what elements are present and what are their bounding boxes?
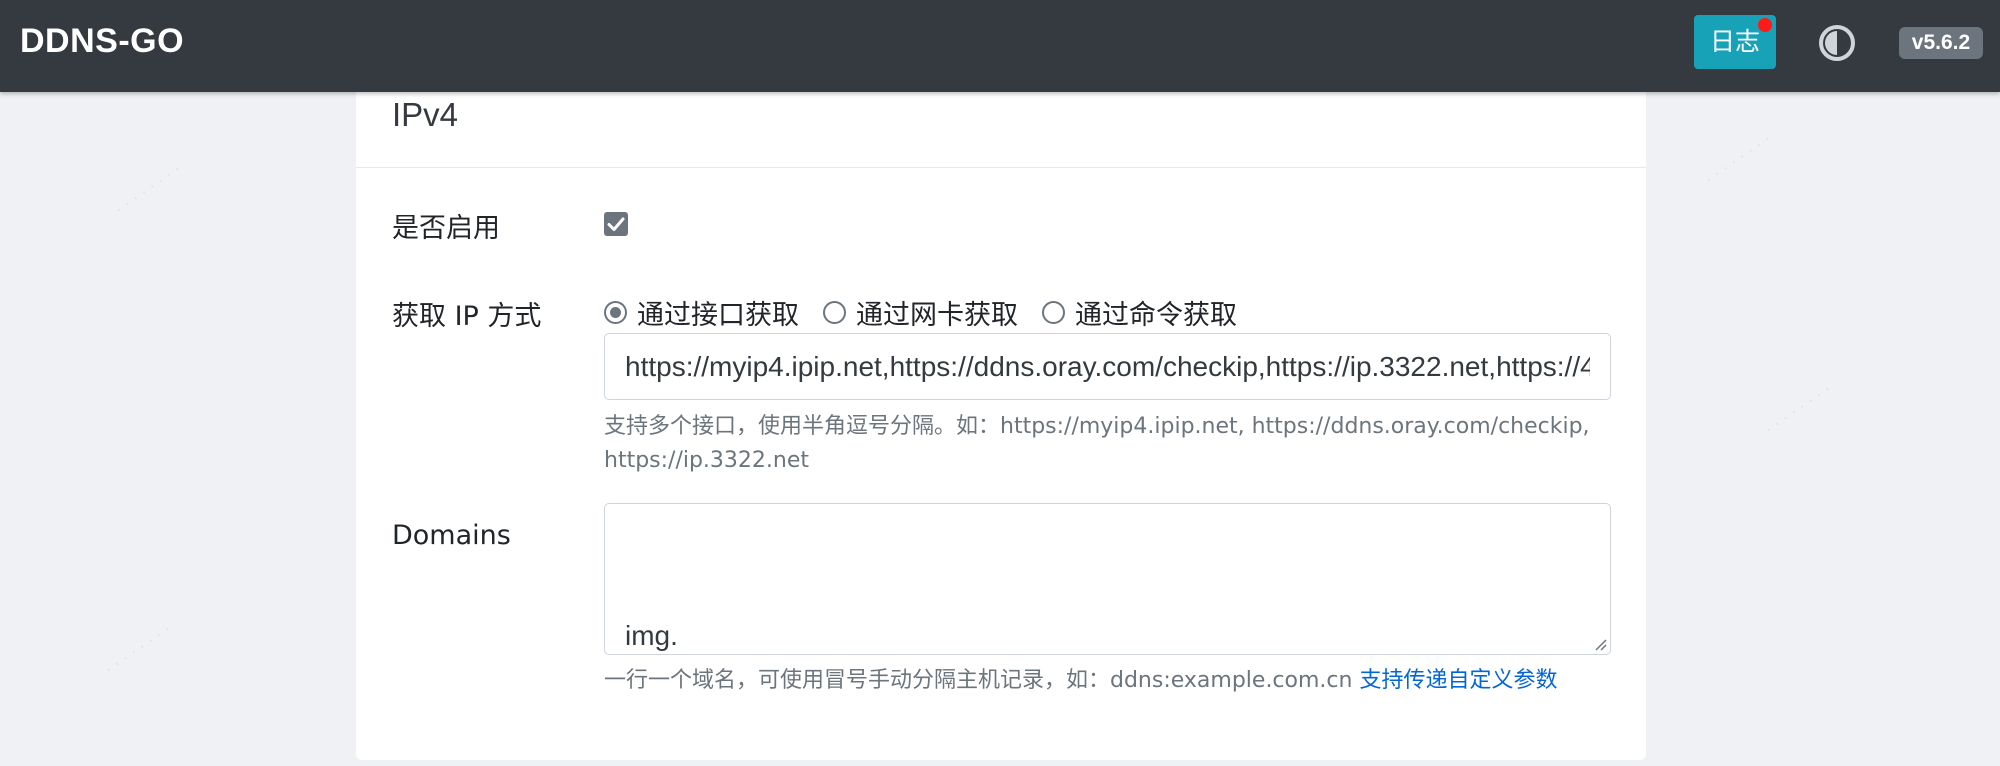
radio-option-url[interactable]: 通过接口获取 [604, 293, 799, 332]
url-help-text: 支持多个接口，使用半角逗号分隔。如：https://myip4.ipip.net… [604, 410, 1614, 478]
radio-option-netinterface[interactable]: 通过网卡获取 [823, 293, 1018, 332]
top-navbar: DDNS-GO 日志 v5.6.2 [0, 0, 2000, 92]
log-notification-dot [1758, 18, 1772, 32]
radio-label: 通过接口获取 [637, 299, 799, 331]
card-title: IPv4 [392, 96, 459, 133]
radio-button[interactable] [823, 300, 846, 324]
enable-label: 是否启用 [392, 213, 500, 244]
domains-help-description: 一行一个域名，可使用冒号手动分隔主机记录，如：ddns:example.com.… [604, 668, 1360, 693]
radio-label: 通过网卡获取 [856, 299, 1018, 331]
get-ip-radio-group: 通过接口获取 通过网卡获取 通过命令获取 [604, 292, 1261, 332]
ip-url-input[interactable] [604, 333, 1611, 400]
log-button-label: 日志 [1709, 27, 1760, 56]
watermark: · · · · · · · · [101, 619, 175, 680]
log-button[interactable]: 日志 [1694, 15, 1776, 69]
get-ip-method-label: 获取 IP 方式 [392, 301, 542, 332]
radio-button[interactable] [1042, 300, 1065, 324]
radio-option-command[interactable]: 通过命令获取 [1042, 293, 1237, 332]
custom-params-link[interactable]: 支持传递自定义参数 [1359, 668, 1557, 693]
url-help-line-2: https://ip.3322.net [604, 448, 810, 473]
watermark: · · · · · · · · [1761, 379, 1835, 440]
url-help-line-1: 支持多个接口，使用半角逗号分隔。如：https://myip4.ipip.net… [604, 414, 1590, 439]
checkmark-icon [607, 217, 625, 231]
radio-button[interactable] [604, 300, 627, 324]
card-header: IPv4 [356, 88, 1646, 168]
resize-handle-icon[interactable] [1593, 637, 1607, 651]
ipv4-card: IPv4 是否启用 获取 IP 方式 通过接口获取 通过网卡获取 通过命令获取 … [356, 88, 1646, 760]
version-badge: v5.6.2 [1899, 27, 1983, 59]
brand-logo[interactable]: DDNS-GO [20, 22, 184, 61]
watermark: · · · · · · · · [1701, 129, 1775, 190]
enable-checkbox[interactable] [604, 212, 628, 236]
watermark: · · · · · · · · [111, 159, 185, 220]
domains-textarea[interactable]: img. [604, 503, 1611, 655]
radio-label: 通过命令获取 [1075, 299, 1237, 331]
domains-visible-text: img. [625, 620, 678, 651]
domains-label: Domains [392, 520, 511, 551]
contrast-icon[interactable] [1818, 24, 1856, 62]
domains-help-text: 一行一个域名，可使用冒号手动分隔主机记录，如：ddns:example.com.… [604, 664, 1614, 698]
